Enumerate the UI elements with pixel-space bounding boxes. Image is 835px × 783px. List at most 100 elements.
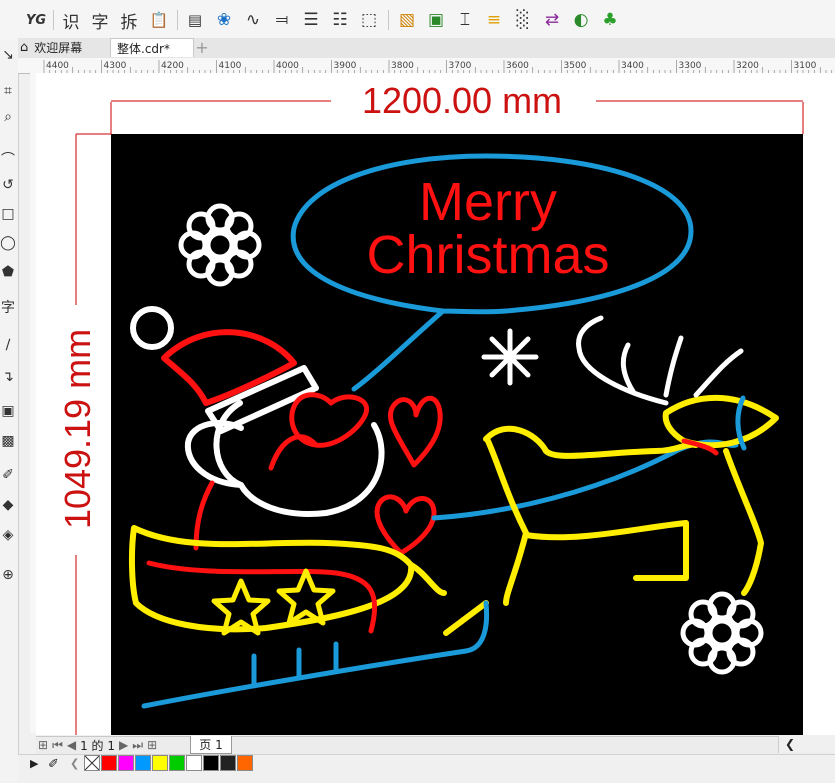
add-tab-button[interactable]: + — [194, 38, 210, 57]
bubble-text-christmas[interactable]: Christmas — [366, 225, 609, 285]
sleigh-front[interactable] — [443, 600, 489, 636]
ruler-tick-label: 3300 — [679, 61, 702, 71]
first-page-icon[interactable]: ⏮ — [52, 738, 63, 753]
interactive-fill-icon[interactable]: ◆ — [0, 496, 16, 514]
hat-pompom[interactable] — [130, 306, 174, 350]
text-frame-icon[interactable]: ⌶ — [454, 9, 476, 31]
palette-swatch[interactable] — [186, 755, 202, 771]
color-wheel-icon[interactable]: ◐ — [570, 9, 592, 31]
list-icon[interactable]: ≡ — [483, 9, 505, 31]
sleigh-star-left[interactable] — [211, 578, 271, 636]
reindeer-back[interactable] — [483, 425, 699, 459]
antler-tine-2[interactable] — [663, 335, 684, 398]
lines-icon[interactable]: ☰ — [300, 9, 322, 31]
split-button[interactable]: 拆 — [118, 9, 140, 33]
ruler-tick-label: 3400 — [621, 61, 644, 71]
arrange-icon[interactable]: ▧ — [396, 9, 418, 31]
connector-tool-icon[interactable]: ↴ — [0, 368, 16, 386]
palette-swatch[interactable] — [152, 755, 168, 771]
palette-swatch[interactable] — [135, 755, 151, 771]
reindeer-hind-leg[interactable] — [485, 438, 529, 606]
palette-swatch[interactable] — [169, 755, 185, 771]
yg-plugin-button[interactable]: YG — [25, 9, 47, 31]
prev-page-icon[interactable]: ◀ — [67, 738, 76, 752]
sleigh-curl[interactable] — [408, 562, 447, 596]
page-add-after-icon[interactable]: ⊞ — [147, 738, 157, 752]
clipboard-icon[interactable]: 📋 — [148, 9, 170, 31]
reindeer-belly-leg[interactable] — [523, 520, 689, 581]
document-tab-bar: ⌂ 欢迎屏幕 整体.cdr* + — [18, 38, 835, 59]
santa-beard[interactable] — [268, 434, 319, 471]
ruler-tick-label: 3200 — [736, 61, 759, 71]
tab-welcome[interactable]: ⌂ 欢迎屏幕 — [18, 38, 106, 57]
link-icon[interactable]: ⇄ — [541, 9, 563, 31]
palette-swatch[interactable] — [220, 755, 236, 771]
shape-tool-icon[interactable]: ↘ — [0, 46, 16, 64]
ruler-tick-label: 3500 — [564, 61, 587, 71]
barcode-icon[interactable]: ░ — [512, 9, 534, 31]
height-dimension-text[interactable]: 1049.19 mm — [57, 329, 98, 529]
heart-upper[interactable] — [387, 395, 443, 468]
ruler-tick-label: 4400 — [46, 61, 69, 71]
palette-swatch[interactable] — [237, 755, 253, 771]
sparkle-star[interactable] — [481, 328, 539, 386]
eyedropper-icon[interactable]: ✐ — [0, 466, 16, 484]
curve-icon[interactable]: ∿ — [242, 9, 264, 31]
antler-tine-3[interactable] — [693, 348, 744, 398]
ruler-tick-label: 3700 — [449, 61, 472, 71]
grid-icon[interactable]: ☷ — [329, 9, 351, 31]
text-button[interactable]: 字 — [89, 9, 111, 33]
horizontal-scrollbar[interactable]: ❮ — [778, 736, 835, 753]
sleigh-body[interactable] — [128, 525, 415, 633]
page-add-before-icon[interactable]: ⊞ — [38, 738, 48, 752]
text-tool-icon[interactable]: 字 — [0, 298, 16, 316]
recognize-button[interactable]: 识 — [60, 9, 82, 33]
reindeer-head[interactable] — [662, 394, 779, 449]
heart-lower[interactable] — [374, 494, 437, 556]
santa-hat[interactable] — [161, 329, 297, 406]
reindeer-bridle[interactable] — [735, 395, 747, 451]
tab-document[interactable]: 整体.cdr* — [110, 38, 194, 57]
ellipse-tool-icon[interactable]: ◯ — [0, 234, 16, 252]
plugin-puzzle-icon[interactable]: ♣ — [599, 9, 621, 31]
sleigh-stripe[interactable] — [146, 560, 378, 634]
horizontal-ruler[interactable]: 4400 4300 4200 4100 4000 3900 3800 3700 3600 3500… — [18, 58, 835, 74]
reindeer-front-leg[interactable] — [723, 448, 764, 596]
palette-swatch[interactable] — [101, 755, 117, 771]
zoom-tool-icon[interactable]: ⌕ — [0, 108, 16, 126]
parallel-dimension-icon[interactable]: ∕ — [0, 336, 16, 354]
table-icon[interactable]: ▤ — [184, 9, 206, 31]
crop-tool-icon[interactable]: ⌗ — [0, 82, 16, 100]
polygon-tool-icon[interactable]: ⬟ — [0, 263, 16, 281]
palette-swatch[interactable] — [118, 755, 134, 771]
antler-tine-1[interactable] — [620, 342, 637, 396]
palette-swatch[interactable] — [203, 755, 219, 771]
palette-expand-icon[interactable]: ▶ — [30, 757, 38, 770]
drawing-workspace[interactable]: 1200.00 mm 1049.19 mm Merry Christmas — [36, 73, 835, 735]
drop-shadow-icon[interactable]: ▣ — [0, 402, 16, 420]
width-dimension-text[interactable]: 1200.00 mm — [362, 80, 562, 121]
palette-scroll-left-icon[interactable]: ❮ — [70, 757, 79, 770]
align-icon[interactable]: ⫤ — [271, 9, 293, 31]
last-page-icon[interactable]: ⏭ — [132, 738, 143, 753]
add-tool-icon[interactable]: ⊕ — [0, 566, 16, 584]
next-page-icon[interactable]: ▶ — [119, 738, 128, 752]
transparency-tool-icon[interactable]: ▩ — [0, 432, 16, 450]
pattern-icon[interactable]: ❀ — [213, 9, 235, 31]
image-icon[interactable]: ▣ — [425, 9, 447, 31]
smart-draw-icon[interactable]: ↺ — [0, 176, 16, 194]
page-navigator: ⊞ ⏮ ◀ 1 的 1 ▶ ⏭ ⊞ — [38, 738, 157, 753]
freehand-tool-icon[interactable]: ⌒ — [0, 150, 16, 168]
page-tab[interactable]: 页 1 — [190, 736, 232, 754]
select-area-icon[interactable]: ⬚ — [358, 9, 380, 31]
scroll-left-icon[interactable]: ❮ — [785, 737, 795, 751]
smart-fill-icon[interactable]: ◈ — [0, 526, 16, 544]
snowflake-bottom-right[interactable] — [680, 591, 764, 675]
rectangle-tool-icon[interactable]: □ — [0, 205, 16, 223]
snowflake-top-left[interactable] — [178, 203, 262, 287]
ruler-tick-label: 3600 — [506, 61, 529, 71]
bubble-text-merry[interactable]: Merry — [419, 172, 557, 232]
no-color-swatch[interactable] — [84, 755, 100, 771]
santa-arm[interactable] — [193, 480, 215, 551]
eyedropper-small-icon[interactable]: ✐ — [48, 757, 59, 772]
